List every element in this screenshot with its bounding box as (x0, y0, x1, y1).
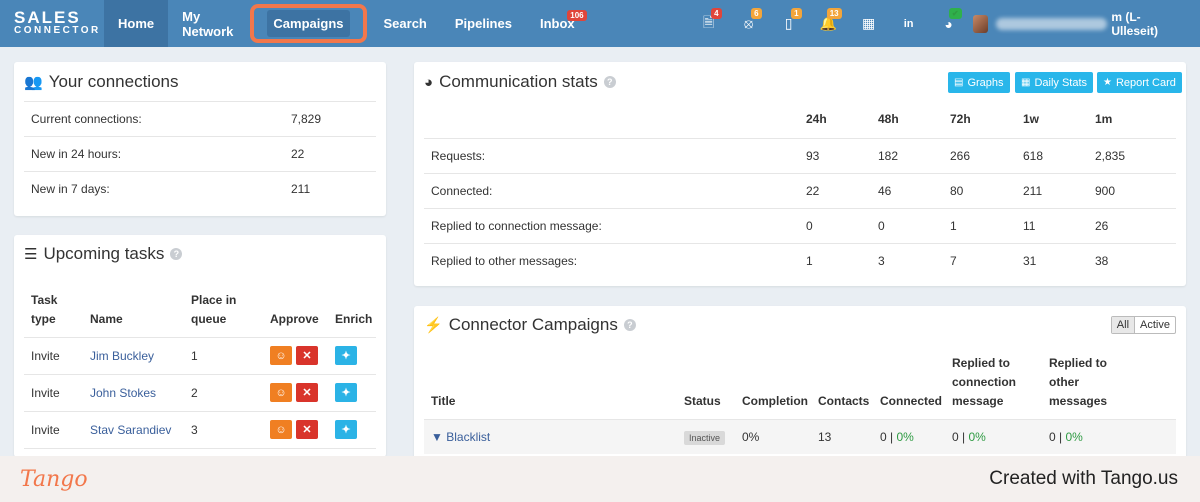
support-icon[interactable]: ⦻ 6 (729, 0, 769, 47)
nav-home[interactable]: Home (104, 0, 169, 47)
col-enrich: Enrich (335, 312, 373, 326)
document-icon[interactable]: 🗎 4 (689, 0, 729, 47)
palette-icon[interactable]: ◕ ✔ (929, 0, 969, 47)
reject-button[interactable]: ✕ (296, 420, 318, 439)
col-approve: Approve (270, 312, 319, 326)
connections-row: New in 24 hours: 22 (24, 136, 376, 171)
task-queue: 3 (191, 423, 198, 437)
filter-icon: ▼ (431, 430, 443, 444)
table-row (24, 374, 376, 411)
nav-search[interactable]: Search (370, 0, 441, 47)
col-1w: 1w (1023, 112, 1040, 126)
nav-campaigns[interactable]: Campaigns (250, 0, 367, 47)
linkedin-icon[interactable]: in (889, 0, 929, 47)
col-place-in-queue: Place in queue (191, 293, 237, 326)
task-type: Invite (31, 423, 60, 437)
avatar (972, 14, 989, 33)
main-nav: Home My Network Campaigns Search Pipelin… (104, 0, 589, 47)
report-card-button[interactable]: ★ Report Card (1097, 72, 1182, 93)
filter-active-button[interactable]: Active (1135, 317, 1175, 333)
task-queue: 1 (191, 349, 198, 363)
task-type: Invite (31, 386, 60, 400)
user-menu[interactable]: m (L-Ulleseit) (972, 10, 1178, 38)
stats-row (424, 173, 1176, 208)
col-connected: Connected (880, 394, 943, 408)
task-queue: 2 (191, 386, 198, 400)
connections-title: 👥 Your connections (24, 72, 179, 91)
col-48h: 48h (878, 112, 899, 126)
col-completion: Completion (742, 394, 808, 408)
task-type: Invite (31, 349, 60, 363)
approve-button[interactable]: ☺ (270, 420, 292, 439)
filter-all-button[interactable]: All (1111, 317, 1136, 333)
task-name-link[interactable]: Stav Sarandiev (90, 423, 171, 437)
col-task-type: Task type (31, 293, 58, 326)
col-72h: 72h (950, 112, 971, 126)
col-title: Title (431, 394, 456, 408)
campaigns-title: ⚡ Connector Campaigns ? (424, 315, 636, 335)
bell-icon[interactable]: 🔔 13 (809, 0, 849, 47)
help-icon[interactable]: ? (170, 248, 183, 260)
enrich-wand-button[interactable]: ✦ (335, 383, 357, 402)
replied-conn-cell: 0 | 0% (952, 430, 986, 444)
top-navbar: SALES CONNECTOR Home My Network Campaign… (0, 0, 1200, 47)
sales-connector-logo[interactable]: SALES CONNECTOR (0, 0, 100, 47)
col-status: Status (684, 394, 721, 408)
enrich-wand-button[interactable]: ✦ (335, 346, 357, 365)
col-replied-connection: Replied to connection message (952, 356, 1017, 408)
campaign-filter: All Active (1110, 316, 1176, 334)
calendar-icon[interactable]: ▦ (849, 0, 889, 47)
approve-button[interactable]: ☺ (270, 383, 292, 402)
replied-other-cell: 0 | 0% (1049, 430, 1083, 444)
users-icon: 👥 (24, 74, 43, 91)
graph-icon: ▤ (954, 77, 964, 88)
col-name: Name (90, 312, 123, 326)
col-24h: 24h (806, 112, 827, 126)
tango-footer: Tango Created with Tango.us (0, 456, 1200, 502)
help-icon[interactable]: ? (623, 319, 636, 331)
plug-icon: ⚡ (424, 317, 443, 334)
stats-title: ◕ Communication stats ? (424, 72, 616, 92)
connections-row: New in 7 days: 211 (24, 171, 376, 206)
top-icons: 🗎 4 ⦻ 6 ▯ 1 🔔 13 ▦ in ◕ ✔ (689, 0, 969, 47)
task-name-link[interactable]: John Stokes (90, 386, 156, 400)
table-row (24, 411, 376, 448)
tasks-title: ☰ Upcoming tasks ? (24, 244, 183, 264)
connector-campaigns-card: ⚡ Connector Campaigns ? All Active Title… (414, 306, 1186, 466)
upcoming-tasks-card: ☰ Upcoming tasks ? Task type Name Place … (14, 235, 386, 457)
pie-chart-icon: ◕ (424, 73, 434, 91)
connections-card: 👥 Your connections Current connections: … (14, 62, 386, 216)
reject-button[interactable]: ✕ (296, 383, 318, 402)
enrich-wand-button[interactable]: ✦ (335, 420, 357, 439)
stats-row (424, 138, 1176, 173)
task-name-link[interactable]: Jim Buckley (90, 349, 154, 363)
created-with-text: Created with Tango.us (989, 468, 1178, 489)
communication-stats-card: ◕ Communication stats ? ▤ Graphs ▦ Daily S… (414, 62, 1186, 286)
campaign-title-link[interactable]: ▼ Blacklist (431, 430, 490, 444)
nav-inbox[interactable]: Inbox 106 (526, 0, 589, 47)
daily-stats-button[interactable]: ▦ Daily Stats (1015, 72, 1094, 93)
redacted-username (996, 17, 1108, 30)
trophy-icon: ★ (1103, 77, 1112, 88)
nav-my-network[interactable]: My Network (168, 0, 247, 47)
table-row (24, 337, 376, 374)
nav-pipelines[interactable]: Pipelines (441, 0, 526, 47)
connections-row: Current connections: 7,829 (24, 101, 376, 136)
list-icon: ☰ (24, 246, 38, 263)
highlight-ring (250, 4, 367, 43)
help-icon[interactable]: ? (603, 76, 616, 88)
col-contacts: Contacts (818, 394, 870, 408)
graphs-button[interactable]: ▤ Graphs (948, 72, 1010, 93)
table-icon: ▦ (1021, 77, 1031, 88)
approve-button[interactable]: ☺ (270, 346, 292, 365)
col-replied-other: Replied to other messages (1049, 356, 1108, 408)
reject-button[interactable]: ✕ (296, 346, 318, 365)
tango-logo: Tango (20, 466, 88, 492)
status-badge: Inactive (684, 431, 726, 445)
inbox-badge: 106 (567, 10, 587, 21)
connected-cell: 0 | 0% (880, 430, 914, 444)
clipboard-icon[interactable]: ▯ 1 (769, 0, 809, 47)
col-1m: 1m (1095, 112, 1113, 126)
